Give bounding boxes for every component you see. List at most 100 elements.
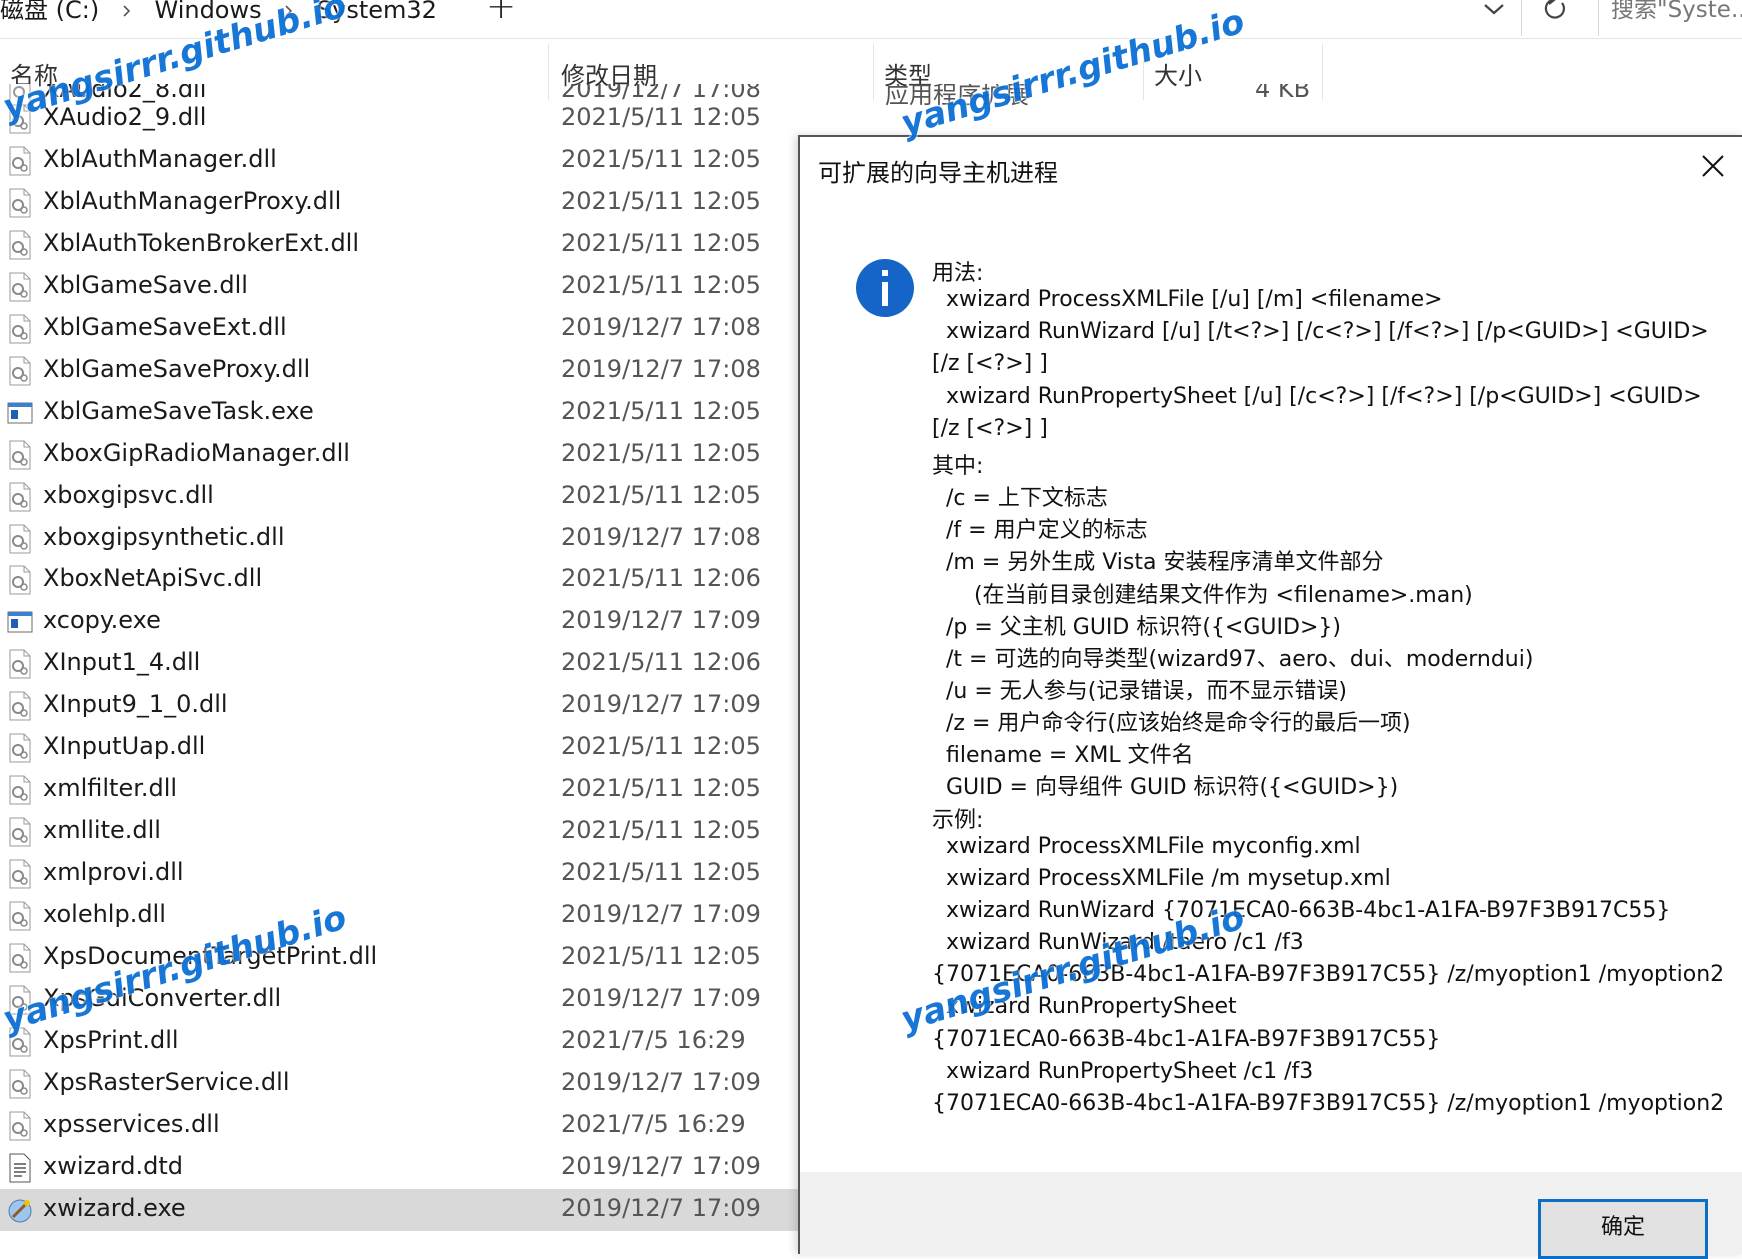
file-date: 2021/5/11 12:05 (561, 103, 761, 131)
chevron-down-icon[interactable] (1480, 0, 1508, 20)
dll-icon (9, 356, 31, 386)
message-dialog[interactable]: 可扩展的向导主机进程 用法: xwizard ProcessXMLFile [/… (798, 135, 1742, 1259)
file-size: 4 KB (1255, 84, 1311, 103)
table-row[interactable]: XInput1_4.dll 2021/5/11 12:06 (0, 643, 800, 685)
file-name: xmllite.dll (43, 816, 161, 845)
wizard-exe-icon (8, 1199, 32, 1223)
table-row[interactable]: XboxNetApiSvc.dll 2021/5/11 12:06 (0, 559, 800, 601)
dialog-text-line: {7071ECA0-663B-4bc1-A1FA-B97F3B917C55} /… (932, 1090, 1725, 1116)
file-name: XInputUap.dll (43, 732, 206, 761)
file-date: 2021/5/11 12:05 (561, 270, 761, 299)
table-row[interactable]: XblGameSaveExt.dll 2019/12/7 17:08 (0, 308, 800, 350)
file-date: 2019/12/7 17:08 (561, 354, 761, 383)
table-row[interactable]: XInputUap.dll 2021/5/11 12:05 (0, 727, 800, 769)
dialog-text-line: [/z [<?>] ] (932, 415, 1048, 441)
file-date: 2021/5/11 12:05 (561, 438, 761, 467)
search-box[interactable]: 搜索"Syste... (1598, 0, 1742, 36)
file-date: 2021/5/11 12:06 (561, 648, 761, 677)
file-name: XpsRasterService.dll (43, 1067, 290, 1096)
file-name: XInput1_4.dll (43, 648, 201, 677)
dialog-text-line: /f = 用户定义的标志 (932, 518, 1148, 544)
file-date: 2019/12/7 17:09 (561, 1193, 761, 1222)
file-name: xmlprovi.dll (43, 858, 184, 887)
breadcrumb-drive[interactable]: 磁盘 (C:) (0, 0, 99, 25)
dll-icon (9, 649, 31, 679)
file-date: 2021/5/11 12:05 (561, 228, 761, 257)
dll-icon (9, 482, 31, 512)
table-row[interactable]: XInput9_1_0.dll 2019/12/7 17:09 (0, 685, 800, 727)
close-icon[interactable] (1698, 151, 1728, 181)
file-date: 2019/12/7 17:09 (561, 606, 761, 635)
file-name: xolehlp.dll (43, 900, 166, 929)
file-name: XInput9_1_0.dll (43, 690, 228, 719)
search-input[interactable]: 搜索"Syste... (1611, 0, 1742, 24)
table-row[interactable]: xboxgipsvc.dll 2021/5/11 12:05 (0, 476, 800, 518)
table-row[interactable]: XpsPrint.dll 2021/7/5 16:29 (0, 1021, 800, 1063)
file-name: xwizard.dtd (43, 1151, 183, 1180)
table-row[interactable]: XblAuthTokenBrokerExt.dll 2021/5/11 12:05 (0, 224, 800, 266)
dll-icon (9, 775, 31, 805)
table-row[interactable]: xolehlp.dll 2019/12/7 17:09 (0, 895, 800, 937)
file-date: 2019/12/7 17:09 (561, 983, 761, 1012)
dll-icon (9, 440, 31, 470)
table-row[interactable]: XblGameSave.dll 2021/5/11 12:05 (0, 266, 800, 308)
file-name: XboxNetApiSvc.dll (43, 564, 263, 593)
dialog-text-line: 用法: (932, 261, 984, 286)
table-row[interactable]: xmlfilter.dll 2021/5/11 12:05 (0, 769, 800, 811)
file-date: 2021/5/11 12:05 (561, 942, 761, 970)
dll-icon (9, 1111, 31, 1141)
file-date: 2019/12/7 17:09 (561, 900, 761, 929)
dll-icon (9, 565, 31, 595)
table-row[interactable]: XblGameSaveTask.exe 2021/5/11 12:05 (0, 392, 800, 434)
file-name: XblGameSaveProxy.dll (43, 354, 311, 383)
dll-icon (9, 691, 31, 721)
dialog-text-line: /m = 另外生成 Vista 安装程序清单文件部分 (932, 550, 1384, 576)
dialog-text-line: xwizard ProcessXMLFile [/u] [/m] <filena… (932, 287, 1443, 313)
file-list[interactable]: XAudio2_9.dll 2021/5/11 12:05 XblAuthManag… (0, 98, 800, 1252)
table-row[interactable]: xwizard.exe 2019/12/7 17:09 (0, 1188, 800, 1231)
dll-icon (9, 272, 31, 302)
ok-button[interactable]: 确定 (1538, 1199, 1708, 1259)
table-row[interactable]: XblAuthManagerProxy.dll 2021/5/11 12:05 (0, 182, 800, 224)
file-name: XblAuthManagerProxy.dll (43, 186, 342, 215)
dialog-footer: 确定 (800, 1172, 1742, 1259)
table-row[interactable]: XpsRasterService.dll 2019/12/7 17:09 (0, 1063, 800, 1105)
dialog-text-line: /t = 可选的向导类型(wizard97、aero、dui、moderndui… (932, 646, 1534, 672)
dialog-text-line: [/z [<?>] ] (932, 351, 1048, 377)
dll-icon (9, 314, 31, 344)
text-file-icon (9, 1153, 31, 1183)
table-row[interactable]: XAudio2_9.dll 2021/5/11 12:05 (0, 98, 800, 140)
dialog-text-line: xwizard RunPropertySheet /c1 /f3 (932, 1058, 1314, 1084)
info-icon (856, 259, 914, 317)
table-row[interactable]: xcopy.exe 2019/12/7 17:09 (0, 601, 800, 643)
dll-icon (9, 1069, 31, 1099)
exe-icon (7, 611, 33, 633)
table-row[interactable]: xboxgipsynthetic.dll 2019/12/7 17:08 (0, 518, 800, 560)
dialog-text-line: xwizard RunWizard {7071ECA0-663B-4bc1-A1… (932, 898, 1671, 923)
file-date: 2019/12/7 17:09 (561, 1067, 761, 1096)
file-name: xcopy.exe (43, 606, 161, 635)
file-date: 2021/5/11 12:05 (561, 480, 761, 509)
table-row[interactable]: XboxGipRadioManager.dll 2021/5/11 12:05 (0, 434, 800, 476)
file-name: XblGameSaveTask.exe (43, 396, 314, 425)
refresh-icon[interactable] (1540, 0, 1570, 24)
file-date: 2021/5/11 12:05 (561, 816, 761, 845)
table-row[interactable]: xwizard.dtd 2019/12/7 17:09 (0, 1147, 800, 1189)
file-date: 2019/12/7 17:08 (561, 522, 761, 551)
file-date: 2021/5/11 12:06 (561, 564, 761, 593)
table-row[interactable]: XblAuthManager.dll 2021/5/11 12:05 (0, 140, 800, 182)
file-date: 2021/5/11 12:05 (561, 186, 761, 215)
dialog-text-line: (在当前目录创建结果文件作为 <filename>.man) (932, 582, 1473, 608)
file-date: 2021/5/11 12:05 (561, 396, 761, 425)
dll-icon (9, 901, 31, 931)
file-date: 2019/12/7 17:09 (561, 1151, 761, 1180)
table-row[interactable]: XblGameSaveProxy.dll 2019/12/7 17:08 (0, 350, 800, 392)
dll-icon (9, 733, 31, 763)
file-date: 2019/12/7 17:09 (561, 690, 761, 719)
dialog-text-line: /c = 上下文标志 (932, 486, 1108, 512)
table-row[interactable]: xpsservices.dll 2021/7/5 16:29 (0, 1105, 800, 1147)
table-row[interactable]: xmlprovi.dll 2021/5/11 12:05 (0, 853, 800, 895)
dialog-text-line: xwizard ProcessXMLFile myconfig.xml (932, 833, 1361, 859)
table-row[interactable]: xmllite.dll 2021/5/11 12:05 (0, 811, 800, 853)
dialog-text-line: /z = 用户命令行(应该始终是命令行的最后一项) (932, 711, 1411, 737)
